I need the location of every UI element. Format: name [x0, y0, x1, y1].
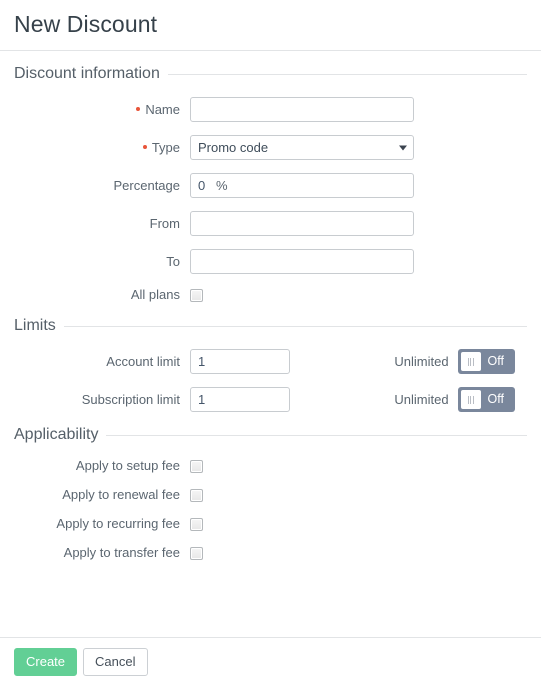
label-from: From	[149, 215, 180, 231]
legend-divider	[167, 73, 527, 75]
field-apply-transfer-fee	[190, 546, 203, 560]
account-limit-input[interactable]	[190, 349, 290, 374]
form-row-name: Name	[14, 97, 527, 122]
required-dot-icon	[142, 145, 147, 150]
label-apply-renewal-fee: Apply to renewal fee	[62, 487, 180, 502]
new-discount-page: New Discount Discount information Name T…	[0, 0, 541, 690]
subscription-limit-unlimited-group: Unlimited Off	[394, 387, 527, 412]
section-legend-limits: Limits	[14, 316, 527, 336]
field-subscription-limit	[190, 387, 290, 412]
field-from	[190, 211, 414, 236]
field-name	[190, 97, 414, 122]
label-name-text: Name	[145, 101, 180, 117]
form-row-apply-transfer-fee: Apply to transfer fee	[14, 545, 527, 561]
create-button[interactable]: Create	[14, 648, 78, 676]
section-legend-applicability: Applicability	[14, 425, 527, 445]
form-row-from: From	[14, 211, 527, 236]
label-account-limit: Account limit	[106, 353, 180, 369]
page-title: New Discount	[14, 11, 158, 37]
cancel-button[interactable]: Cancel	[83, 648, 148, 676]
label-to: To	[166, 253, 180, 269]
subscription-limit-input[interactable]	[190, 387, 290, 412]
subscription-unlimited-toggle[interactable]: Off	[457, 387, 515, 412]
discount-form: Discount information Name Type Promo cod…	[0, 64, 541, 561]
from-input[interactable]	[190, 211, 414, 236]
form-row-apply-setup-fee: Apply to setup fee	[14, 458, 527, 474]
percent-sign: %	[216, 178, 228, 193]
apply-setup-fee-checkbox[interactable]	[190, 459, 203, 473]
account-unlimited-toggle[interactable]: Off	[457, 349, 515, 374]
name-input[interactable]	[190, 97, 414, 122]
label-percentage: Percentage	[113, 177, 181, 193]
label-apply-transfer-fee: Apply to transfer fee	[63, 545, 180, 560]
form-row-subscription-limit: Subscription limit Unlimited Off	[14, 387, 527, 412]
to-input[interactable]	[190, 249, 414, 274]
form-footer: Create Cancel	[0, 637, 541, 690]
subscription-unlimited-toggle-state: Off	[487, 392, 504, 406]
percentage-value: 0	[198, 178, 206, 193]
field-apply-renewal-fee	[190, 488, 203, 502]
section-legend-discount-information: Discount information	[14, 64, 527, 84]
required-dot-icon	[136, 107, 141, 112]
form-row-type: Type Promo code	[14, 135, 527, 160]
form-row-percentage: Percentage 0 %	[14, 173, 527, 198]
type-select[interactable]: Promo code	[190, 135, 414, 160]
legend-divider	[106, 434, 527, 436]
label-apply-setup-fee: Apply to setup fee	[75, 458, 180, 473]
field-type: Promo code	[190, 135, 414, 160]
form-row-apply-renewal-fee: Apply to renewal fee	[14, 487, 527, 503]
toggle-handle-icon	[460, 390, 481, 409]
apply-transfer-fee-checkbox[interactable]	[190, 546, 203, 560]
form-row-to: To	[14, 249, 527, 274]
account-unlimited-toggle-state: Off	[487, 354, 504, 368]
section-legend-label: Discount information	[14, 65, 160, 82]
section-applicability: Applicability Apply to setup fee Apply t…	[14, 425, 527, 561]
label-all-plans: All plans	[130, 287, 180, 302]
label-apply-recurring-fee: Apply to recurring fee	[56, 516, 180, 531]
label-subscription-limit: Subscription limit	[81, 391, 180, 407]
toggle-handle-icon	[460, 352, 481, 371]
account-limit-unlimited-group: Unlimited Off	[394, 349, 527, 374]
label-account-unlimited: Unlimited	[394, 354, 449, 369]
label-name: Name	[14, 102, 190, 118]
label-type: Type	[14, 140, 190, 156]
form-row-account-limit: Account limit Unlimited Off	[14, 349, 527, 374]
type-select-value: Promo code	[190, 135, 414, 160]
section-legend-label: Applicability	[14, 426, 99, 443]
section-discount-information: Discount information Name Type Promo cod…	[14, 64, 527, 303]
field-to	[190, 249, 414, 274]
field-all-plans	[190, 288, 203, 302]
percentage-input[interactable]: 0 %	[190, 173, 414, 198]
label-type-text: Type	[151, 139, 180, 155]
field-account-limit	[190, 349, 290, 374]
apply-renewal-fee-checkbox[interactable]	[190, 488, 203, 502]
label-subscription-unlimited: Unlimited	[394, 392, 449, 407]
section-limits: Limits Account limit Unlimited Off	[14, 316, 527, 412]
field-percentage: 0 %	[190, 173, 414, 198]
form-row-all-plans: All plans	[14, 287, 527, 303]
page-header: New Discount	[0, 0, 541, 51]
section-legend-label: Limits	[14, 317, 56, 334]
apply-recurring-fee-checkbox[interactable]	[190, 517, 203, 531]
form-row-apply-recurring-fee: Apply to recurring fee	[14, 516, 527, 532]
all-plans-checkbox[interactable]	[190, 288, 203, 302]
field-apply-recurring-fee	[190, 517, 203, 531]
field-apply-setup-fee	[190, 459, 203, 473]
legend-divider	[63, 325, 527, 327]
